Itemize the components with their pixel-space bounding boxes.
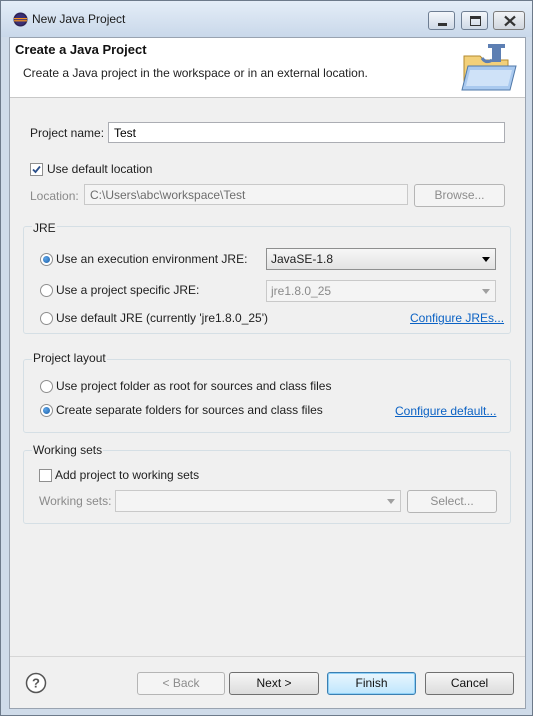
page-description: Create a Java project in the workspace o… <box>23 66 368 80</box>
chevron-down-icon <box>387 499 395 504</box>
wizard-header: Create a Java Project Create a Java proj… <box>10 38 525 98</box>
window-title: New Java Project <box>32 12 126 26</box>
project-name-input[interactable] <box>108 122 505 143</box>
location-input[interactable] <box>84 184 408 205</box>
footer-separator <box>10 656 525 657</box>
configure-default-link[interactable]: Configure default... <box>395 404 496 418</box>
working-sets-label: Working sets: <box>39 494 112 508</box>
default-jre-radio[interactable] <box>40 312 53 325</box>
jre-group-title: JRE <box>32 221 57 235</box>
use-default-location-label: Use default location <box>47 162 153 176</box>
browse-button[interactable]: Browse... <box>414 184 505 207</box>
project-specific-jre-radio[interactable] <box>40 284 53 297</box>
checkmark-icon <box>32 165 41 174</box>
execution-env-label: Use an execution environment JRE: <box>56 252 248 266</box>
configure-jres-link[interactable]: Configure JREs... <box>410 311 504 325</box>
add-to-working-sets-label: Add project to working sets <box>55 468 200 482</box>
working-sets-select[interactable] <box>115 490 401 512</box>
page-title: Create a Java Project <box>15 42 147 57</box>
working-sets-group-title: Working sets <box>32 443 104 457</box>
chevron-down-icon <box>482 257 490 262</box>
project-name-label: Project name: <box>30 126 105 140</box>
project-specific-jre-select[interactable]: jre1.8.0_25 <box>266 280 496 302</box>
project-specific-jre-value: jre1.8.0_25 <box>271 284 332 298</box>
wizard-client-area: Create a Java Project Create a Java proj… <box>9 37 526 709</box>
location-label: Location: <box>30 189 79 203</box>
default-jre-label: Use default JRE (currently 'jre1.8.0_25'… <box>56 311 269 325</box>
minimize-button[interactable] <box>428 11 455 30</box>
next-button[interactable]: Next > <box>229 672 319 695</box>
use-root-folder-label: Use project folder as root for sources a… <box>56 379 332 393</box>
cancel-button[interactable]: Cancel <box>425 672 514 695</box>
execution-env-value: JavaSE-1.8 <box>271 252 334 266</box>
separate-folders-radio[interactable] <box>40 404 53 417</box>
chevron-down-icon <box>482 289 490 294</box>
new-java-project-window: New Java Project Create a Java Project C… <box>0 0 533 716</box>
execution-env-select[interactable]: JavaSE-1.8 <box>266 248 496 270</box>
close-icon <box>504 15 516 27</box>
project-specific-jre-label: Use a project specific JRE: <box>56 283 200 297</box>
use-root-folder-radio[interactable] <box>40 380 53 393</box>
svg-text:?: ? <box>32 676 40 691</box>
project-layout-group <box>23 359 511 433</box>
project-layout-group-title: Project layout <box>32 351 107 365</box>
title-bar[interactable]: New Java Project <box>1 1 532 37</box>
separate-folders-label: Create separate folders for sources and … <box>56 403 323 417</box>
maximize-button[interactable] <box>461 11 488 30</box>
use-default-location-checkbox[interactable] <box>30 163 43 176</box>
close-button[interactable] <box>493 11 525 30</box>
help-icon[interactable]: ? <box>25 672 47 694</box>
java-project-folder-icon <box>460 42 520 94</box>
add-to-working-sets-checkbox[interactable] <box>39 469 52 482</box>
select-working-sets-button[interactable]: Select... <box>407 490 497 513</box>
eclipse-icon <box>13 12 28 27</box>
execution-env-radio[interactable] <box>40 253 53 266</box>
back-button[interactable]: < Back <box>137 672 225 695</box>
finish-button[interactable]: Finish <box>327 672 416 695</box>
